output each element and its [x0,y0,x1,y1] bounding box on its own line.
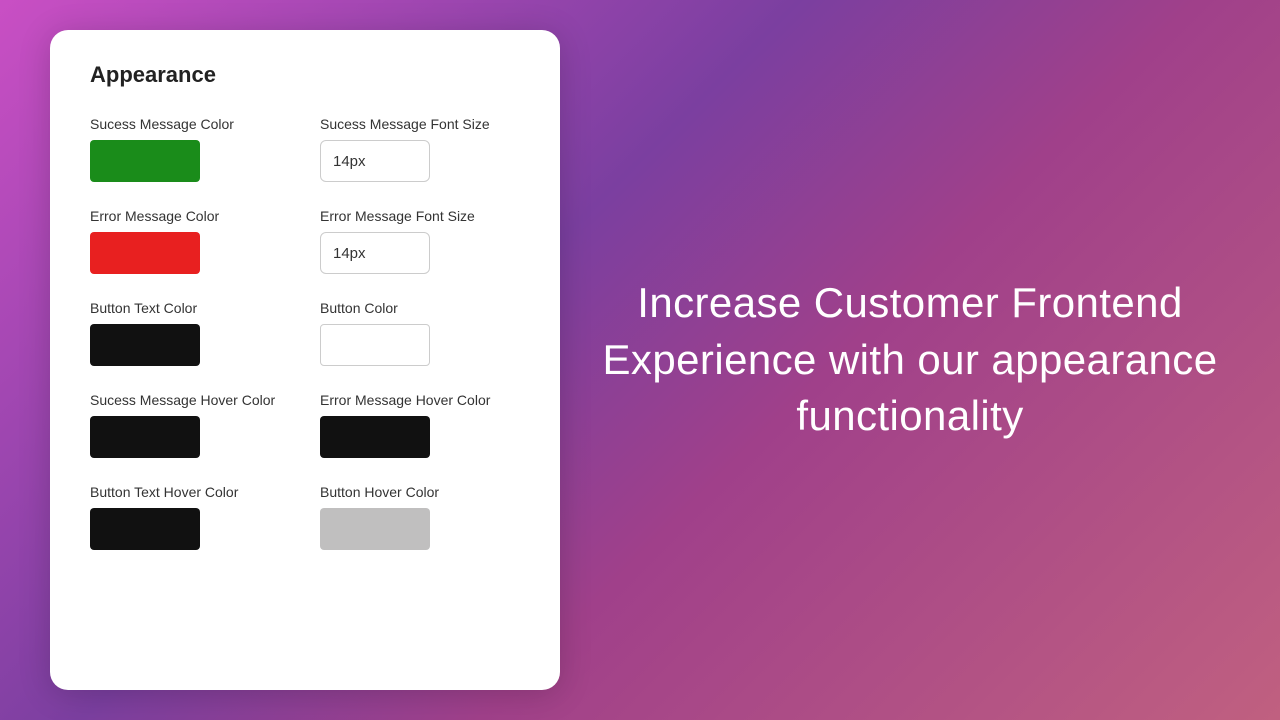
settings-grid: Sucess Message Color Sucess Message Font… [90,116,520,576]
success-hover-label: Sucess Message Hover Color [90,392,290,408]
setting-group-btn-color: Button Color [320,300,520,366]
btn-text-color-swatch[interactable] [90,324,200,366]
setting-group-btn-text-hover: Button Text Hover Color [90,484,290,550]
btn-color-swatch[interactable] [320,324,430,366]
error-color-label: Error Message Color [90,208,290,224]
promo-text: Increase Customer Frontend Experience wi… [603,275,1218,445]
error-hover-swatch[interactable] [320,416,430,458]
btn-hover-swatch[interactable] [320,508,430,550]
setting-group-error-color: Error Message Color [90,208,290,274]
btn-text-hover-swatch[interactable] [90,508,200,550]
setting-group-btn-text-color: Button Text Color [90,300,290,366]
setting-group-success-color: Sucess Message Color [90,116,290,182]
error-font-size-input[interactable] [320,232,430,274]
promo-panel: Increase Customer Frontend Experience wi… [560,235,1280,485]
setting-group-error-font: Error Message Font Size [320,208,520,274]
btn-color-label: Button Color [320,300,520,316]
success-hover-swatch[interactable] [90,416,200,458]
btn-text-hover-label: Button Text Hover Color [90,484,290,500]
success-color-label: Sucess Message Color [90,116,290,132]
promo-line1: Increase Customer Frontend [637,279,1183,326]
panel-title: Appearance [90,62,520,88]
success-color-swatch[interactable] [90,140,200,182]
success-font-size-input[interactable] [320,140,430,182]
setting-group-success-font: Sucess Message Font Size [320,116,520,182]
error-font-label: Error Message Font Size [320,208,520,224]
promo-line3: functionality [796,392,1023,439]
success-font-label: Sucess Message Font Size [320,116,520,132]
setting-group-success-hover: Sucess Message Hover Color [90,392,290,458]
setting-group-error-hover: Error Message Hover Color [320,392,520,458]
promo-line2: Experience with our appearance [603,336,1218,383]
appearance-panel: Appearance Sucess Message Color Sucess M… [50,30,560,690]
btn-hover-label: Button Hover Color [320,484,520,500]
setting-group-btn-hover: Button Hover Color [320,484,520,550]
error-hover-label: Error Message Hover Color [320,392,520,408]
btn-text-color-label: Button Text Color [90,300,290,316]
error-color-swatch[interactable] [90,232,200,274]
